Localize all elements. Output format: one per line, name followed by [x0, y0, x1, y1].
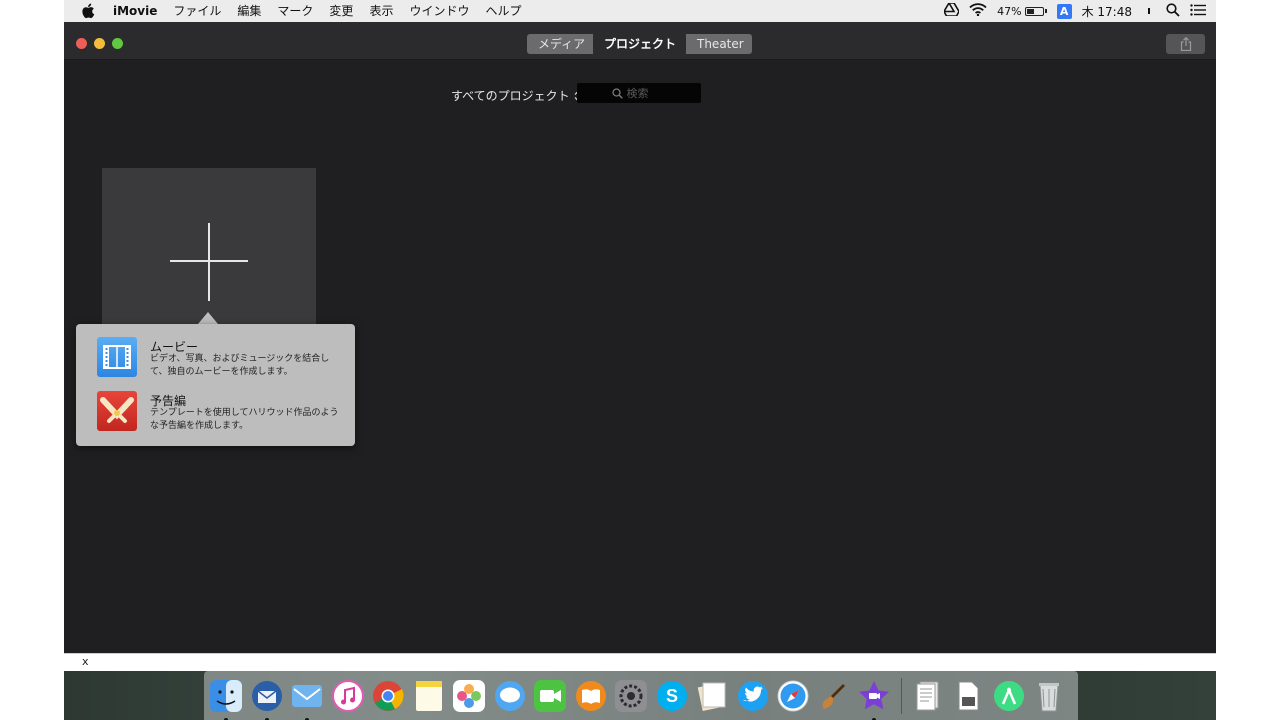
- input-source-icon[interactable]: A: [1056, 3, 1072, 19]
- mail-icon[interactable]: [289, 678, 325, 720]
- project-filter-label: すべてのプロジェクト: [451, 89, 570, 103]
- window-fullscreen-button[interactable]: [112, 38, 123, 49]
- notification-center-icon[interactable]: [1190, 3, 1206, 19]
- imovie-icon[interactable]: [856, 678, 892, 720]
- menu-mark[interactable]: マーク: [277, 0, 313, 22]
- battery-tip: [1044, 9, 1047, 13]
- new-movie-description: ビデオ、写真、およびミュージックを結合して、独自のムービーを作成します。: [150, 354, 330, 377]
- apple-menu-icon[interactable]: [81, 3, 97, 19]
- new-trailer-description: テンプレートを使用してハリウッド作品のような予告編を作成します。: [150, 408, 339, 431]
- spotlight-search-icon[interactable]: [1166, 2, 1180, 20]
- window-titlebar: メディア プロジェクト Theater: [64, 22, 1216, 60]
- facetime-icon[interactable]: [532, 678, 568, 714]
- preview-icon[interactable]: [694, 678, 730, 714]
- plus-icon: [208, 223, 210, 301]
- system-preferences-icon[interactable]: [613, 678, 649, 714]
- screen: iMovie ファイル 編集 マーク 変更 表示 ウインドウ ヘルプ 47% A…: [64, 0, 1216, 720]
- popover-arrow: [198, 312, 218, 324]
- film-icon: [97, 337, 137, 377]
- battery-indicator[interactable]: 47%: [997, 4, 1047, 18]
- android-studio-icon[interactable]: [991, 678, 1027, 714]
- itunes-icon[interactable]: [330, 678, 366, 714]
- trailer-icon: [97, 391, 137, 431]
- search-input[interactable]: [626, 86, 667, 100]
- menu-extras: 47% A 木 17:48: [943, 0, 1216, 22]
- battery-icon: [1024, 6, 1044, 16]
- tab-theater[interactable]: Theater: [686, 34, 752, 54]
- wifi-icon[interactable]: [969, 3, 987, 19]
- finder-icon[interactable]: [208, 678, 244, 720]
- window-minimize-button[interactable]: [94, 38, 105, 49]
- letterbox-left: [0, 0, 64, 720]
- menu-app-name[interactable]: iMovie: [113, 0, 157, 22]
- bottom-strip: x: [64, 653, 1216, 671]
- project-filter-popup[interactable]: すべてのプロジェクト: [451, 87, 582, 104]
- menu-window[interactable]: ウインドウ: [409, 0, 469, 22]
- audio-level-icon[interactable]: [1142, 4, 1156, 19]
- new-movie-option[interactable]: ムービー ビデオ、写真、およびミュージックを結合して、独自のムービーを作成します…: [96, 336, 346, 380]
- window-close-button[interactable]: [76, 38, 87, 49]
- dock-separator: [900, 677, 902, 714]
- skype-icon[interactable]: S: [654, 678, 690, 714]
- new-project-tile[interactable]: [102, 168, 316, 328]
- menu-bar: iMovie ファイル 編集 マーク 変更 表示 ウインドウ ヘルプ 47% A…: [64, 0, 1216, 22]
- svg-text:S: S: [665, 686, 677, 706]
- menu-clock[interactable]: 木 17:48: [1082, 3, 1132, 20]
- share-button[interactable]: [1166, 34, 1205, 54]
- menu-help[interactable]: ヘルプ: [485, 0, 521, 22]
- view-segmented-control: メディア プロジェクト Theater: [527, 34, 752, 54]
- tab-projects[interactable]: プロジェクト: [593, 34, 686, 54]
- close-strip-button[interactable]: x: [82, 655, 89, 668]
- new-trailer-option[interactable]: 予告編 テンプレートを使用してハリウッド作品のような予告編を作成します。: [96, 390, 346, 434]
- project-browser: すべてのプロジェクト 検索 ムービー ビデオ、写真、およびミュージックを結合して…: [64, 60, 1216, 653]
- new-project-popover: ムービー ビデオ、写真、およびミュージックを結合して、独自のムービーを作成します…: [76, 324, 355, 446]
- dock: S: [204, 671, 1078, 720]
- battery-percent: 47%: [997, 4, 1022, 18]
- menu-file[interactable]: ファイル: [173, 0, 221, 22]
- messages-icon[interactable]: [492, 678, 528, 714]
- search-icon: [611, 87, 623, 99]
- battery-fill: [1026, 8, 1034, 14]
- photos-icon[interactable]: [451, 678, 487, 714]
- trash-icon[interactable]: [1031, 678, 1067, 714]
- notes-icon[interactable]: [411, 678, 447, 714]
- safari-icon[interactable]: [775, 678, 811, 714]
- file-icon[interactable]: [950, 678, 986, 714]
- thunderbird-icon[interactable]: [249, 678, 285, 720]
- chrome-icon[interactable]: [370, 678, 406, 714]
- share-icon: [1180, 37, 1191, 51]
- documents-stack-icon[interactable]: [910, 678, 946, 714]
- google-drive-icon[interactable]: [943, 2, 961, 19]
- menu-edit[interactable]: 編集: [237, 0, 261, 22]
- twitter-icon[interactable]: [735, 678, 771, 714]
- menu-view[interactable]: 表示: [369, 0, 393, 22]
- search-field[interactable]: [577, 83, 701, 103]
- menu-modify[interactable]: 変更: [329, 0, 353, 22]
- garageband-icon[interactable]: [816, 678, 852, 714]
- ibooks-icon[interactable]: [573, 678, 609, 714]
- letterbox-right: [1216, 0, 1280, 720]
- tab-media[interactable]: メディア: [527, 34, 593, 54]
